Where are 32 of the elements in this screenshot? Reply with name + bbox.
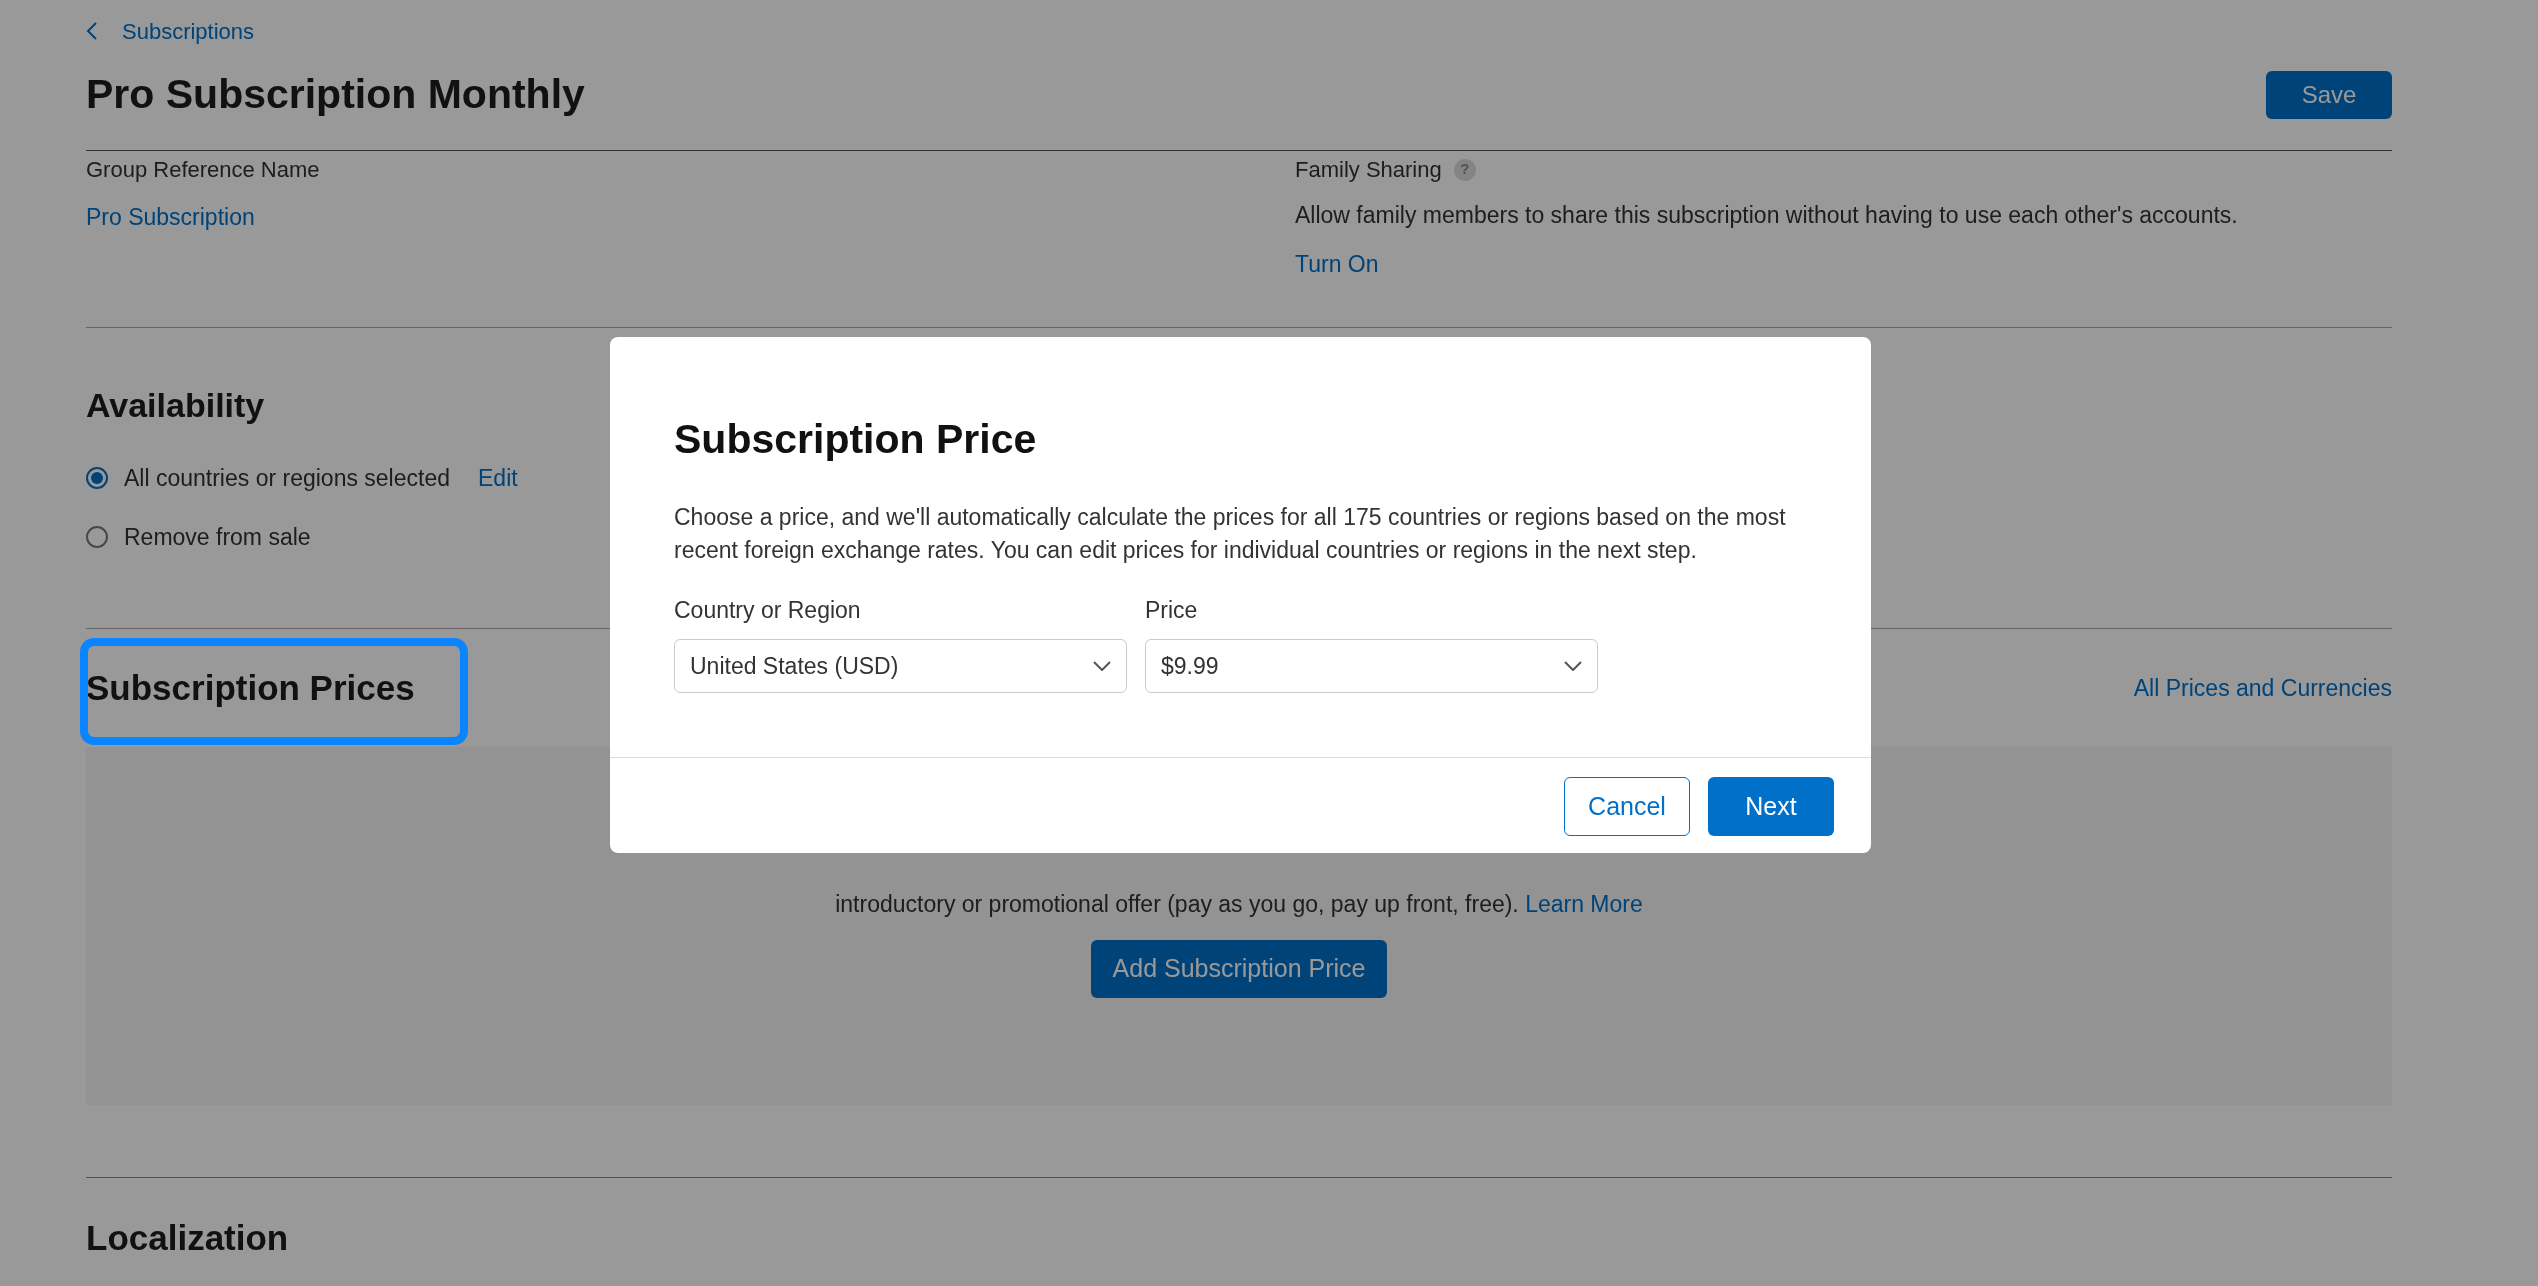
select-field[interactable]: $9.99 xyxy=(1145,639,1598,693)
group-link[interactable]: Pro Subscription xyxy=(86,200,255,235)
chevron-down-icon xyxy=(1093,661,1111,671)
radio-button[interactable] xyxy=(86,467,108,490)
section-title: Subscription Prices xyxy=(86,666,415,709)
back-icon[interactable] xyxy=(86,21,98,41)
breadcrumb-link[interactable]: Subscriptions xyxy=(122,14,255,48)
field-label: Price xyxy=(1145,595,1199,625)
cancel-button[interactable]: Cancel xyxy=(1564,777,1690,836)
all-prices-link[interactable]: All Prices and Currencies xyxy=(2133,670,2392,706)
radio-button[interactable] xyxy=(86,525,108,548)
turn-on-link[interactable]: Turn On xyxy=(1295,246,1379,281)
edit-link[interactable]: Edit xyxy=(478,461,518,496)
option-label: All countries or regions selected xyxy=(124,464,450,493)
chevron-down-icon xyxy=(1564,661,1582,671)
section-title: Localization xyxy=(86,1217,290,1259)
help-icon[interactable]: ? xyxy=(1453,158,1476,181)
family-sharing-description: Allow family members to share this subscription without having to use each other's accounts. xyxy=(1295,201,2238,230)
learn-more-link[interactable]: Learn More xyxy=(1525,891,1643,917)
field-label: Family Sharing xyxy=(1295,156,1442,184)
field-label: Group Reference Name xyxy=(86,156,320,184)
modal-title: Subscription Price xyxy=(674,415,1038,464)
option-label: Remove from sale xyxy=(124,522,311,552)
select-field[interactable]: United States (USD) xyxy=(674,639,1127,693)
empty-state-text: introductory or promotional offer (pay as you go, pay up front, free). Learn More xyxy=(835,890,1643,919)
add-price-button[interactable]: Add Subscription Price xyxy=(1090,939,1388,998)
section-title: Availability xyxy=(86,385,266,426)
next-button[interactable]: Next xyxy=(1708,777,1834,836)
page-title: Pro Subscription Monthly xyxy=(86,70,585,120)
save-button[interactable]: Save xyxy=(2266,71,2392,119)
modal-description: Choose a price, and we'll automatically calculate the prices for all 175 countries or regions based on the most recent foreign exchange rates. You can edit prices for individual countries or regions in the next step. xyxy=(674,502,1787,565)
field-label: Country or Region xyxy=(674,595,862,625)
